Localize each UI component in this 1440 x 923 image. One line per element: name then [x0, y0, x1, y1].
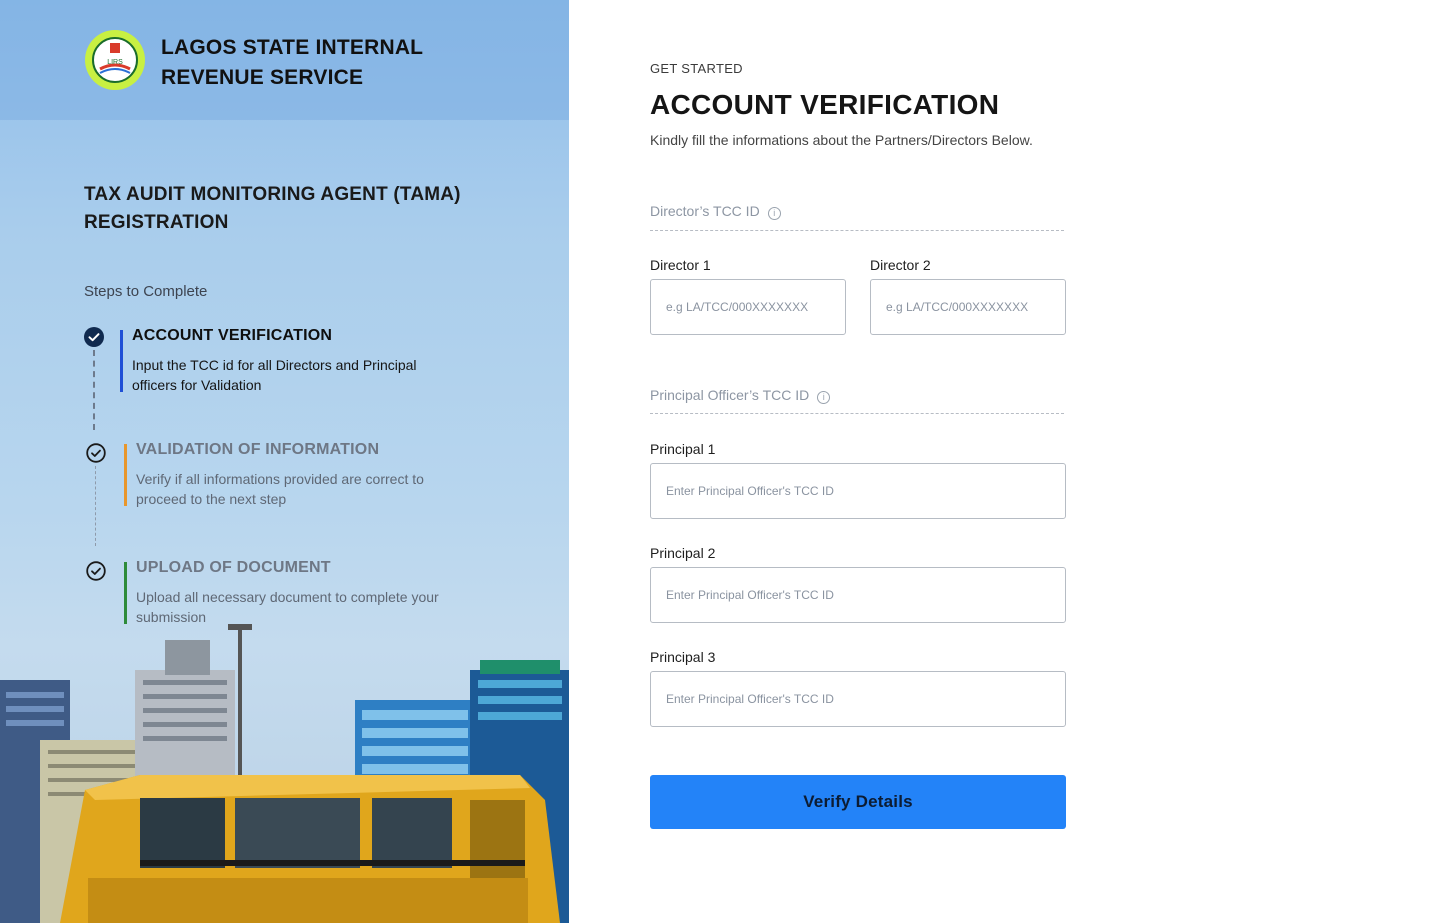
directors-section-label: Director’s TCC ID i	[650, 203, 781, 220]
step-desc-validation: Verify if all informations provided are …	[136, 471, 424, 507]
organization-name: LAGOS STATE INTERNAL REVENUE SERVICE	[161, 36, 423, 89]
info-icon[interactable]: i	[767, 207, 781, 220]
principal-1-input[interactable]	[650, 463, 1066, 519]
principals-section-label: Principal Officer’s TCC ID i	[650, 387, 831, 404]
director-1-label: Director 1	[650, 257, 711, 273]
section-divider	[650, 230, 1064, 231]
step-accent-bar	[120, 330, 123, 392]
principal-3-input[interactable]	[650, 671, 1066, 727]
step-connector	[93, 350, 95, 430]
step-desc-upload: Upload all necessary document to complet…	[136, 589, 439, 625]
principal-2-label: Principal 2	[650, 545, 716, 561]
director-2-label: Director 2	[870, 257, 931, 273]
principal-3-label: Principal 3	[650, 649, 716, 665]
registration-heading: TAX AUDIT MONITORING AGENT (TAMA) REGIST…	[84, 184, 461, 233]
principals-section-text: Principal Officer’s TCC ID	[650, 387, 810, 403]
sidebar-panel: LIRS LAGOS STATE INTERNAL REVENUE SERVIC…	[0, 0, 569, 923]
step-title-account-verification: ACCOUNT VERIFICATION	[132, 327, 333, 344]
steps-label: Steps to Complete	[84, 283, 208, 300]
info-icon[interactable]: i	[817, 391, 831, 404]
principal-2-input[interactable]	[650, 567, 1066, 623]
lirs-logo: LIRS	[85, 30, 145, 90]
director-2-input[interactable]	[870, 279, 1066, 335]
step-desc-account-verification: Input the TCC id for all Directors and P…	[132, 357, 417, 393]
form-eyebrow: GET STARTED	[650, 61, 743, 76]
check-filled-icon	[84, 327, 104, 347]
directors-section-text: Director’s TCC ID	[650, 203, 760, 219]
verify-details-button[interactable]: Verify Details	[650, 775, 1066, 829]
step-connector	[95, 466, 96, 546]
page-title: ACCOUNT VERIFICATION	[650, 89, 1000, 120]
svg-text:LIRS: LIRS	[107, 59, 123, 66]
step-accent-bar	[124, 562, 127, 624]
form-subtitle: Kindly fill the informations about the P…	[650, 132, 1033, 148]
step-title-validation: VALIDATION OF INFORMATION	[136, 441, 380, 458]
check-outline-icon	[86, 443, 106, 463]
director-1-input[interactable]	[650, 279, 846, 335]
step-accent-bar	[124, 444, 127, 506]
check-outline-icon	[86, 561, 106, 581]
section-divider	[650, 413, 1064, 414]
principal-1-label: Principal 1	[650, 441, 716, 457]
step-title-upload: UPLOAD OF DOCUMENT	[136, 559, 331, 576]
